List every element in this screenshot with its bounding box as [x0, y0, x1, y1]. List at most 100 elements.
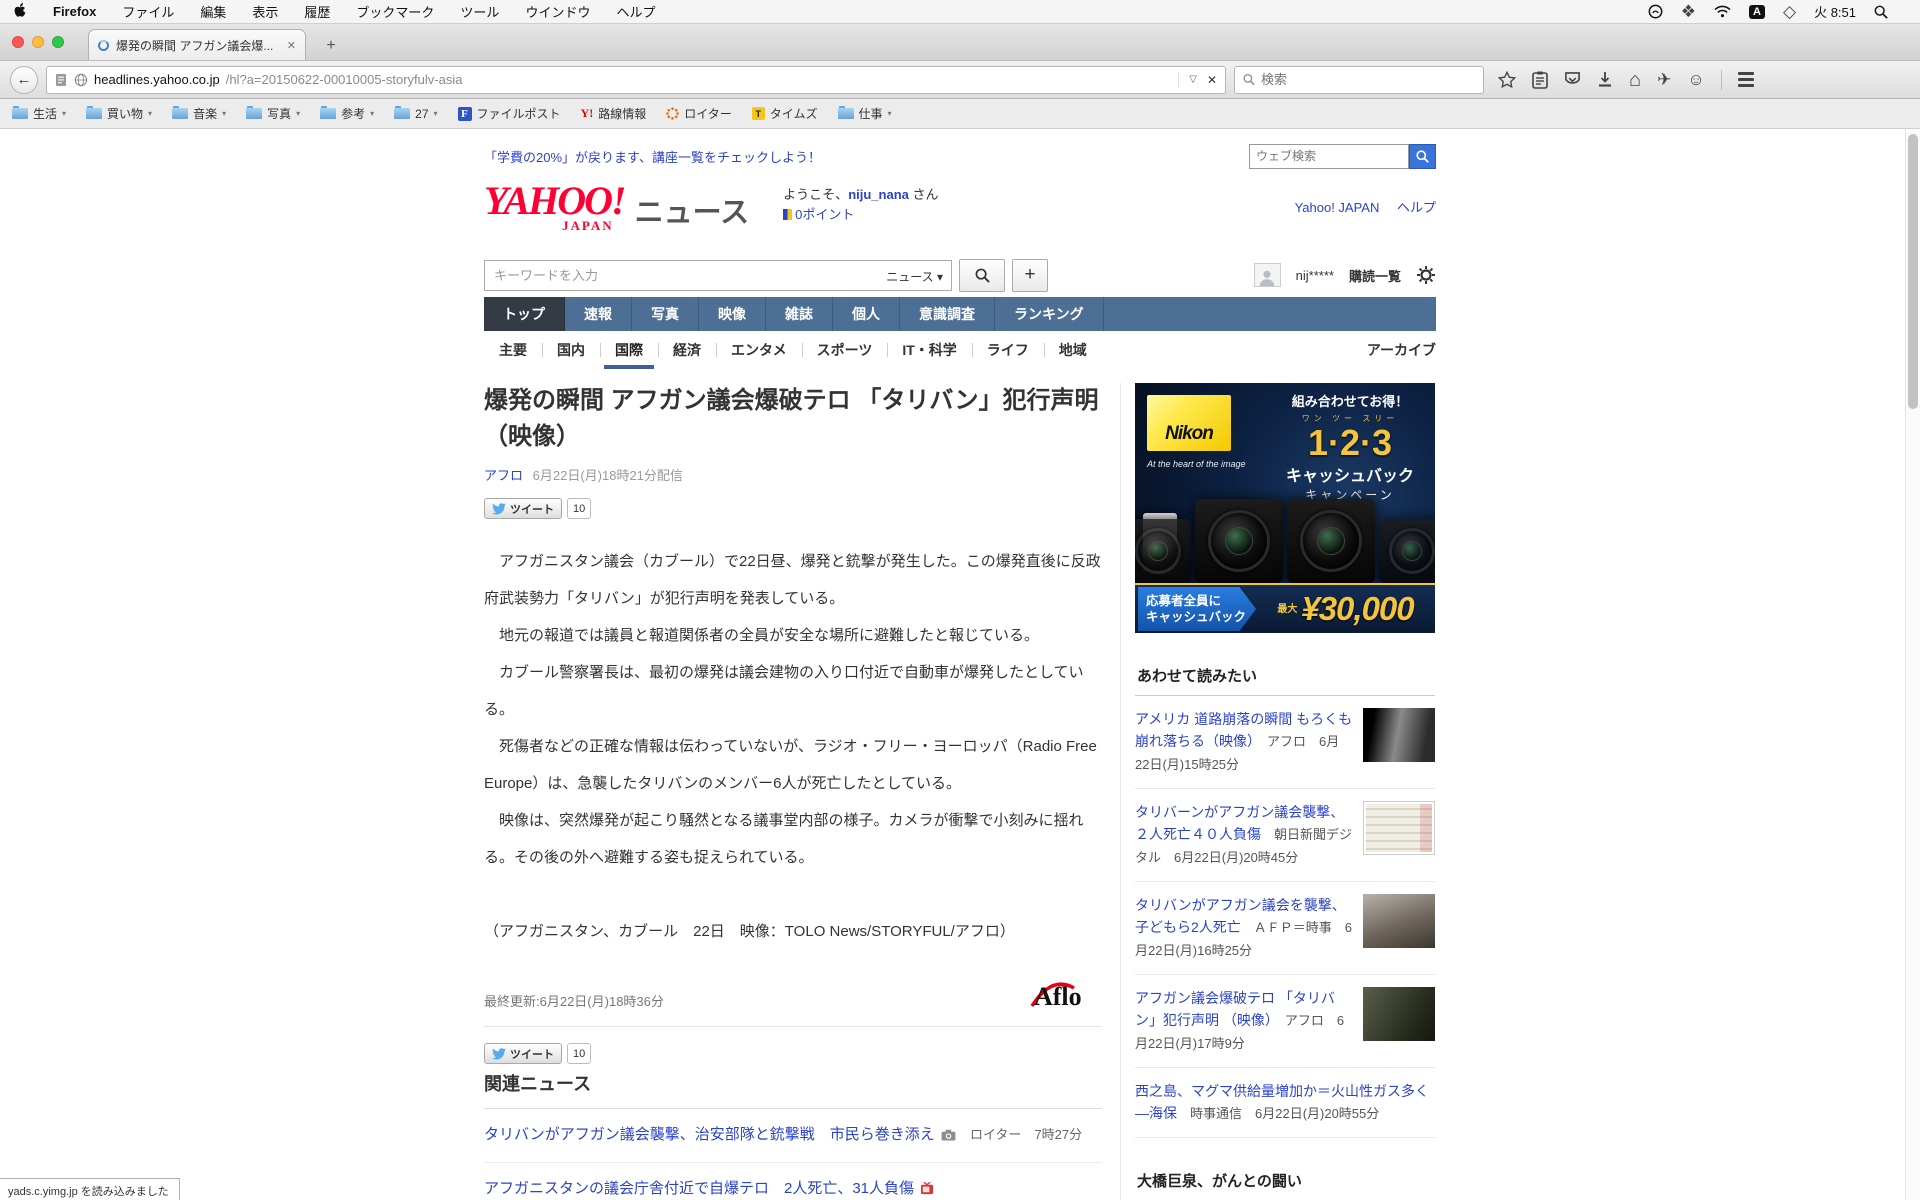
subnav-entertainment[interactable]: エンタメ	[716, 331, 802, 369]
browser-tab[interactable]: 爆発の瞬間 アフガン議会爆... ✕	[88, 29, 306, 60]
nav-photo[interactable]: 写真	[632, 297, 699, 331]
thumbnail-parliament[interactable]	[1363, 987, 1435, 1041]
feedback-smiley-icon[interactable]: ☺	[1687, 71, 1704, 88]
bookmark-star-icon[interactable]	[1498, 70, 1516, 89]
yahoo-japan-logo[interactable]: YAHOO! JAPAN	[484, 181, 627, 233]
back-button[interactable]: ←	[10, 65, 38, 94]
bookmark-folder-reference[interactable]: 参考 ▾	[320, 105, 374, 122]
subnav-economy[interactable]: 経済	[658, 331, 716, 369]
recommend-item: タリバーンがアフガン議会襲撃、２人死亡４０人負傷 朝日新聞デジタル 6月22日(…	[1135, 789, 1435, 882]
spotlight-icon[interactable]	[1874, 5, 1888, 19]
menu-panel-icon[interactable]	[1737, 72, 1754, 87]
archive-link[interactable]: アーカイブ	[1367, 331, 1436, 369]
reading-list-icon[interactable]	[1532, 71, 1548, 89]
search-category-dropdown[interactable]: ニュース ▾	[886, 268, 943, 285]
nav-poll[interactable]: 意識調査	[900, 297, 995, 331]
add-tab-button[interactable]: +	[1012, 258, 1048, 292]
pocket-icon[interactable]	[1564, 71, 1581, 89]
avatar[interactable]	[1253, 263, 1281, 287]
menu-edit[interactable]: 編集	[200, 2, 226, 21]
nav-magazine[interactable]: 雑誌	[766, 297, 833, 331]
related-link[interactable]: タリバンがアフガン議会襲撃、治安部隊と銃撃戦 市民ら巻き添え	[484, 1126, 935, 1143]
subnav-life[interactable]: ライフ	[971, 331, 1044, 369]
input-method-icon[interactable]: A	[1749, 4, 1765, 19]
header-ad-link[interactable]: 「学費の20%」が戻ります、講座一覧をチェックしよう！	[484, 147, 821, 166]
subnav-domestic[interactable]: 国内	[542, 331, 600, 369]
yahoo-japan-link[interactable]: Yahoo! JAPAN	[1295, 200, 1380, 215]
service-name-news[interactable]: ニュース	[635, 189, 750, 231]
bookmark-folder-life[interactable]: 生活 ▾	[12, 105, 66, 122]
creative-cloud-icon[interactable]	[1648, 4, 1663, 19]
bookmark-folder-shopping[interactable]: 買い物 ▾	[86, 105, 152, 122]
share-icon[interactable]: ✈	[1657, 71, 1671, 88]
url-field[interactable]: headlines.yahoo.co.jp/hl?a=20150622-0001…	[46, 65, 1226, 94]
wifi-icon[interactable]	[1714, 5, 1731, 18]
menu-help[interactable]: ヘルプ	[616, 2, 655, 21]
tab-close-icon[interactable]: ✕	[287, 39, 296, 52]
subnav-main[interactable]: 主要	[484, 331, 542, 369]
nav-personal[interactable]: 個人	[833, 297, 900, 331]
stop-button[interactable]: ✕	[1207, 73, 1217, 87]
zoom-window-button[interactable]	[52, 36, 64, 48]
thumbnail-map[interactable]	[1363, 801, 1435, 855]
nav-ranking[interactable]: ランキング	[995, 297, 1104, 331]
menu-view[interactable]: 表示	[252, 2, 278, 21]
menu-firefox[interactable]: Firefox	[53, 4, 96, 19]
tweet-button[interactable]: ツイート	[484, 498, 562, 519]
bookmark-transit[interactable]: Y! 路線情報	[581, 105, 647, 122]
help-link[interactable]: ヘルプ	[1397, 200, 1436, 215]
page-proxy-icon[interactable]	[55, 73, 68, 87]
close-window-button[interactable]	[12, 36, 24, 48]
menu-bookmarks[interactable]: ブックマーク	[356, 2, 434, 21]
home-icon[interactable]: ⌂	[1629, 70, 1641, 90]
points-link[interactable]: 0ポイント	[795, 207, 854, 222]
bookmark-folder-27[interactable]: 27 ▾	[394, 106, 438, 121]
news-search-input[interactable]	[484, 259, 952, 291]
menu-tools[interactable]: ツール	[460, 2, 499, 21]
bookmark-times[interactable]: T タイムズ	[751, 105, 818, 122]
aflo-logo[interactable]: Aflo	[1030, 980, 1102, 1010]
bookmark-folder-photo[interactable]: 写真 ▾	[246, 105, 300, 122]
nav-flash[interactable]: 速報	[565, 297, 632, 331]
nav-video[interactable]: 映像	[699, 297, 766, 331]
diamond-status-icon[interactable]: ◇	[1783, 3, 1796, 20]
browser-search-input[interactable]	[1260, 72, 1475, 87]
subnav-sports[interactable]: スポーツ	[801, 331, 888, 369]
bookmark-folder-work[interactable]: 仕事 ▾	[837, 105, 892, 122]
bookmark-reuters[interactable]: ロイター	[666, 105, 732, 122]
subscription-list-link[interactable]: 購読一覧	[1349, 266, 1401, 285]
related-link[interactable]: アフガニスタンの議会庁舎付近で自爆テロ 2人死亡、31人負傷	[484, 1180, 914, 1197]
user-id[interactable]: nij*****	[1296, 268, 1334, 283]
settings-gear-icon[interactable]	[1416, 265, 1436, 285]
minimize-window-button[interactable]	[32, 36, 44, 48]
menu-history[interactable]: 履歴	[304, 2, 330, 21]
menu-file[interactable]: ファイル	[122, 2, 174, 21]
scrollbar-thumb[interactable]	[1908, 134, 1918, 409]
username-link[interactable]: niju_nana	[848, 187, 909, 202]
nav-top[interactable]: トップ	[484, 297, 565, 331]
thumbnail-smoke[interactable]	[1363, 894, 1435, 948]
url-dropdown-icon[interactable]: ▽	[1189, 74, 1197, 85]
browser-search-field[interactable]	[1234, 65, 1484, 94]
web-search-input[interactable]	[1249, 143, 1409, 169]
tweet-count[interactable]: 10	[567, 1043, 591, 1064]
page-scrollbar[interactable]	[1905, 129, 1920, 1200]
dropbox-icon[interactable]: ❖	[1681, 3, 1696, 20]
menubar-clock[interactable]: 火 8:51	[1814, 2, 1856, 21]
tweet-count[interactable]: 10	[567, 498, 591, 519]
menu-window[interactable]: ウインドウ	[525, 2, 590, 21]
subnav-region[interactable]: 地域	[1043, 331, 1102, 369]
bookmark-folder-music[interactable]: 音楽 ▾	[172, 105, 226, 122]
tweet-button[interactable]: ツイート	[484, 1043, 562, 1064]
bookmark-filepost[interactable]: F ファイルポスト	[457, 105, 561, 122]
nikon-ad-banner[interactable]: Nikon At the heart of the image 組み合わせてお得…	[1135, 383, 1435, 633]
subnav-it-science[interactable]: IT・科学	[887, 331, 971, 369]
news-search-button[interactable]	[959, 258, 1005, 292]
subnav-international[interactable]: 国際	[600, 331, 658, 369]
thumbnail-road-collapse[interactable]	[1363, 708, 1435, 762]
new-tab-button[interactable]: +	[318, 37, 344, 55]
apple-menu-icon[interactable]	[14, 2, 27, 21]
downloads-icon[interactable]	[1597, 71, 1613, 89]
web-search-button[interactable]	[1409, 143, 1436, 169]
source-link[interactable]: アフロ	[484, 468, 523, 483]
